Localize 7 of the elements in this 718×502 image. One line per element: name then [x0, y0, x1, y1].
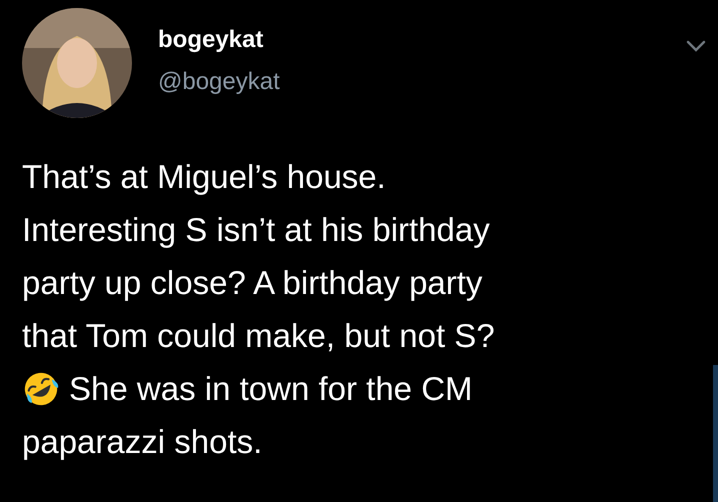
author-name[interactable]: bogeykat: [158, 26, 264, 54]
scroll-bar[interactable]: [713, 365, 718, 502]
author-handle[interactable]: @bogeykat: [158, 68, 280, 96]
tweet-text: paparazzi shots.: [22, 422, 262, 462]
tweet-text: She was in town for the CM: [69, 369, 473, 409]
tweet-text: That’s at Miguel’s house. Interesting S isn’t at his birthday party up close? A birthday party that Tom could make, but not S?: [22, 157, 495, 356]
chevron-down-icon[interactable]: [686, 40, 706, 52]
